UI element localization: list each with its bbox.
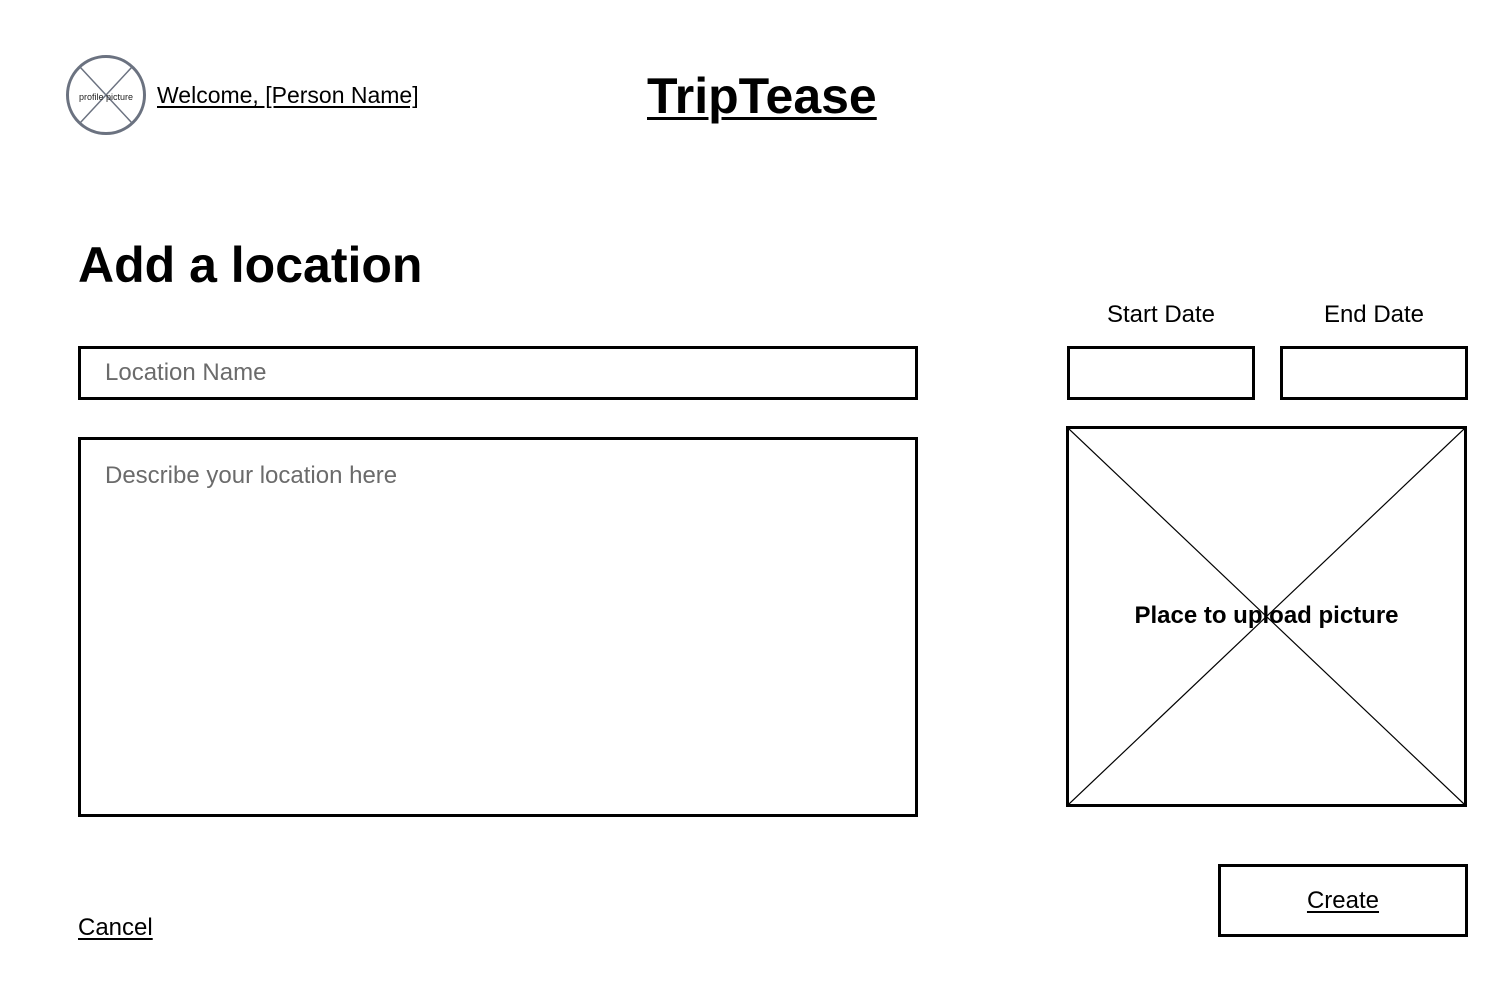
app-title[interactable]: TripTease	[647, 64, 877, 128]
start-date-input[interactable]	[1067, 346, 1255, 400]
end-date-input[interactable]	[1280, 346, 1468, 400]
create-button[interactable]: Create	[1218, 864, 1468, 937]
location-name-input[interactable]	[78, 346, 918, 400]
cancel-link[interactable]: Cancel	[78, 912, 153, 944]
page-title: Add a location	[78, 237, 423, 293]
welcome-link[interactable]: Welcome, [Person Name]	[157, 80, 419, 110]
end-date-label: End Date	[1323, 301, 1425, 328]
picture-upload-area[interactable]: Place to upload picture	[1066, 426, 1467, 807]
avatar-label: profile picture	[78, 92, 134, 102]
description-input[interactable]	[78, 437, 918, 817]
upload-label: Place to upload picture	[1134, 602, 1399, 629]
start-date-label: Start Date	[1106, 301, 1216, 328]
